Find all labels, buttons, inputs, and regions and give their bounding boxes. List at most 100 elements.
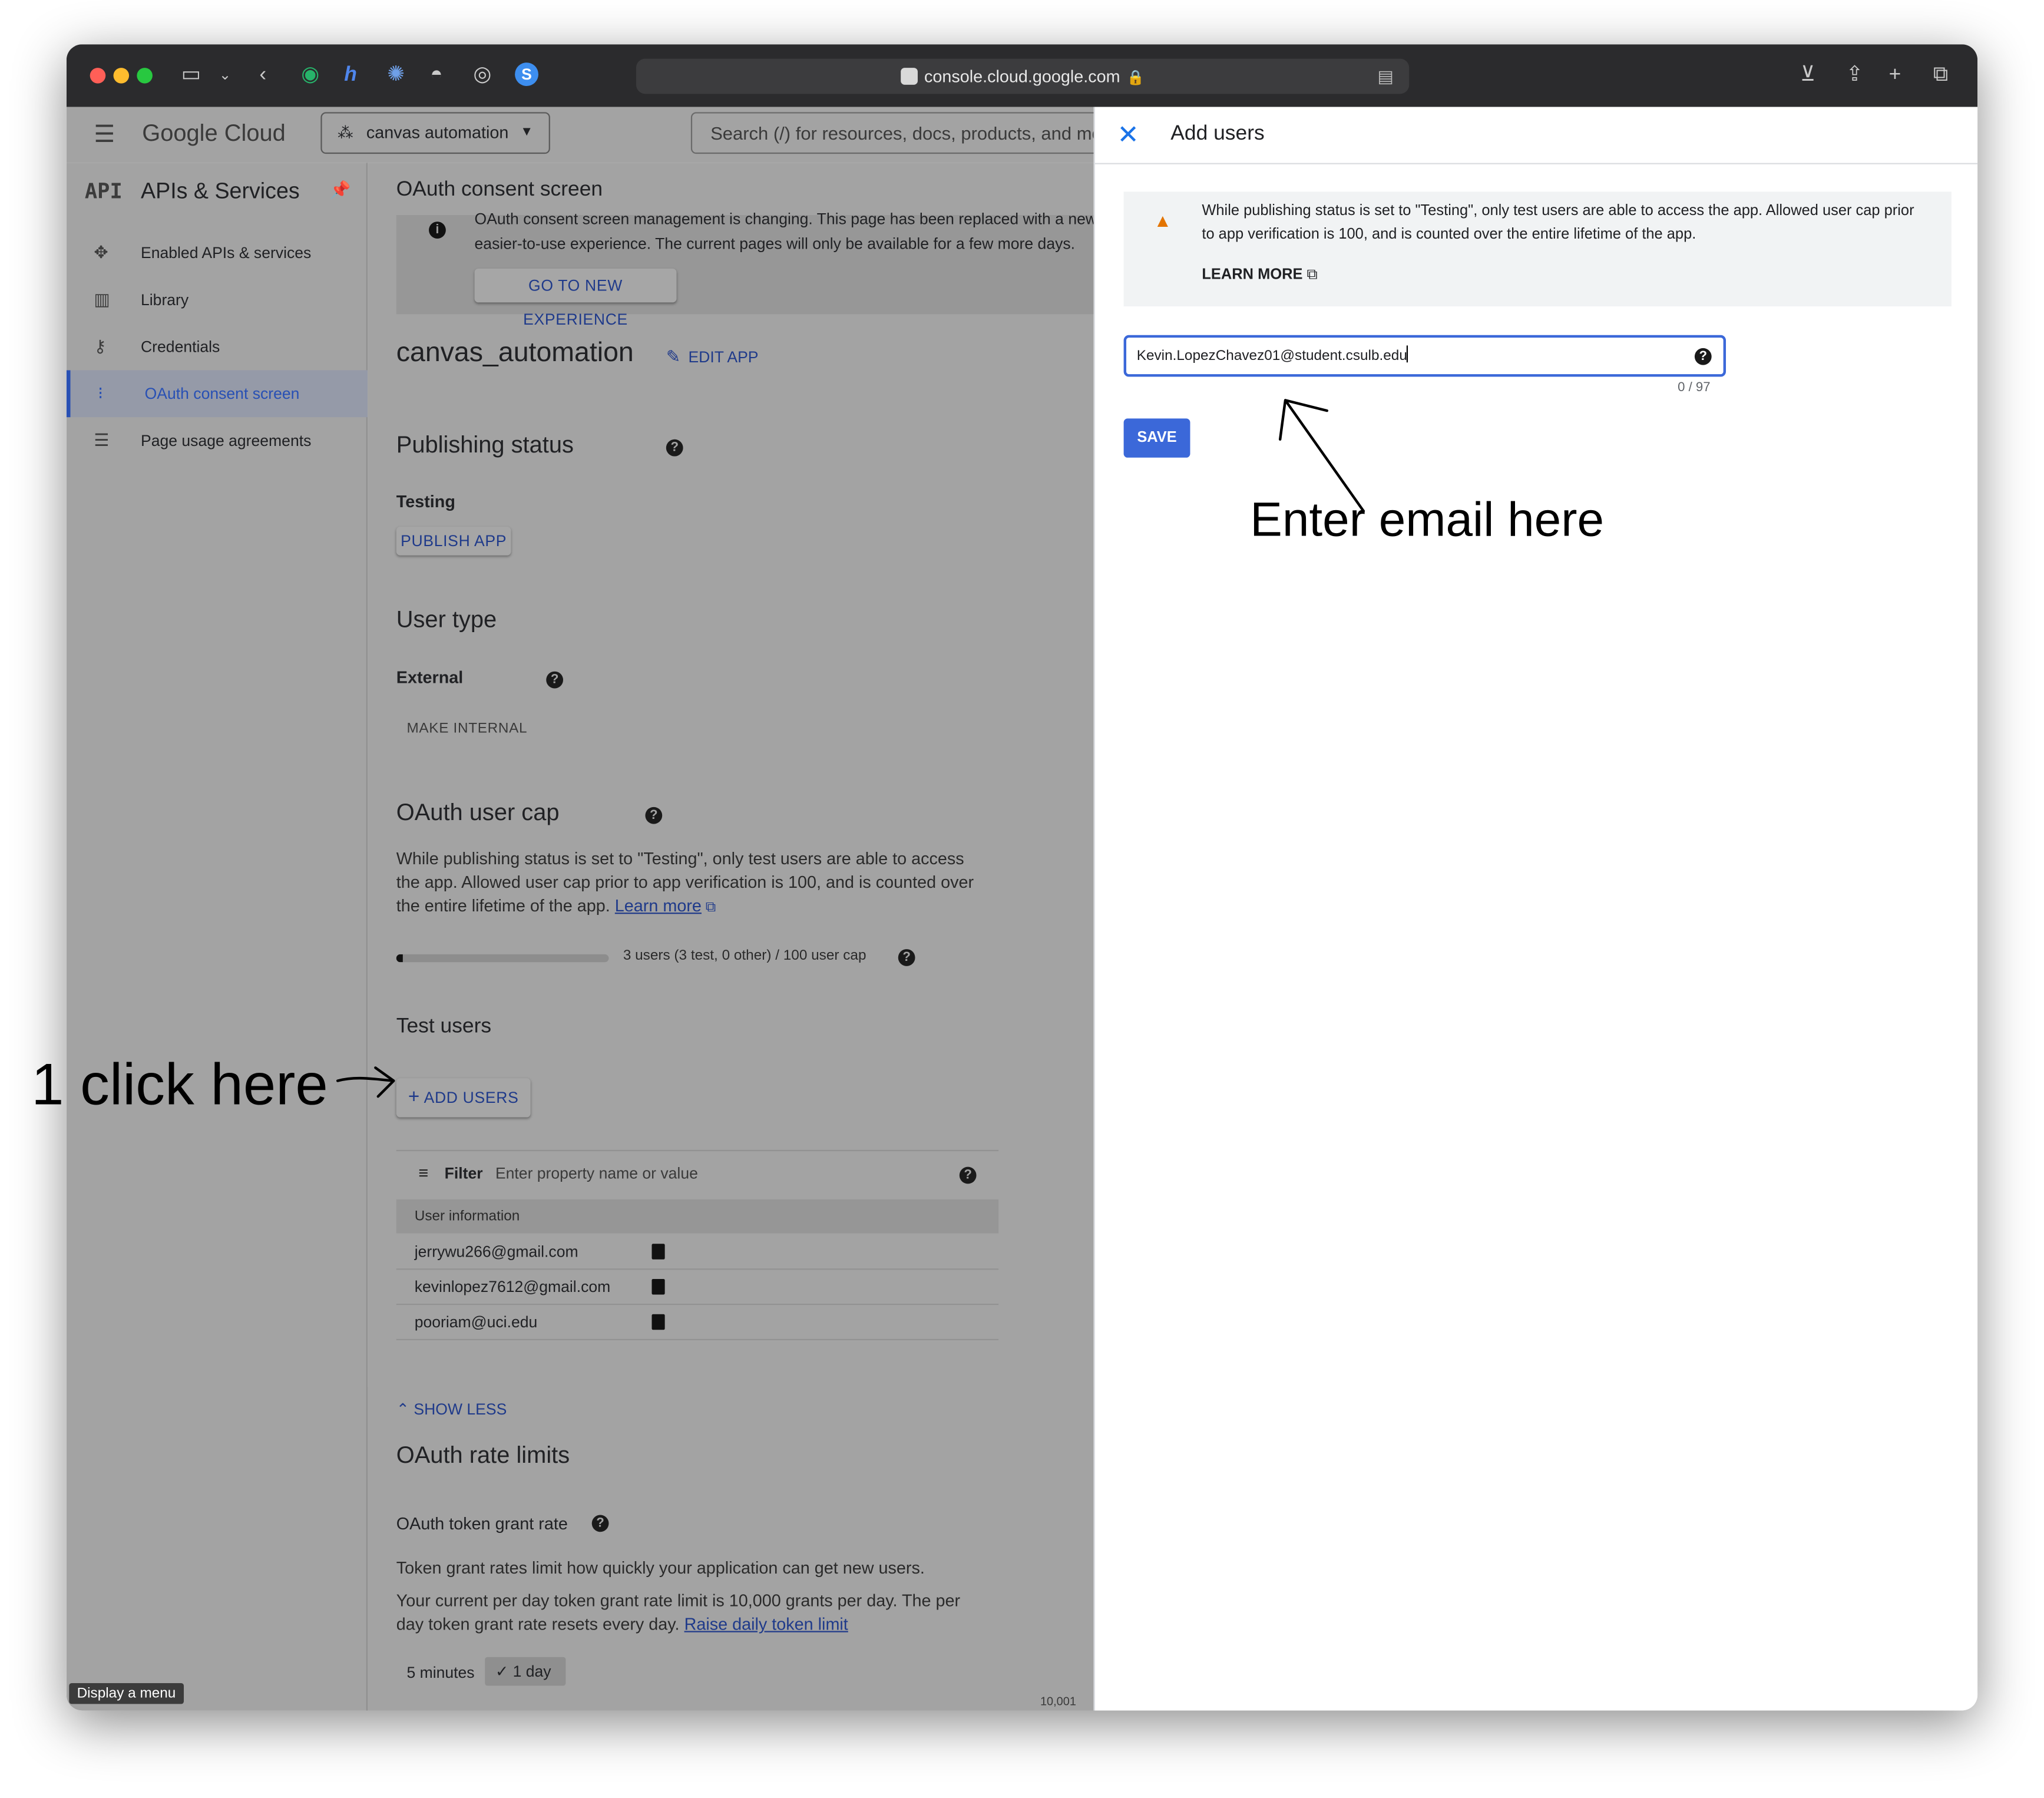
publish-app-button[interactable]: PUBLISH APP <box>396 527 511 556</box>
extension-h-icon[interactable]: h <box>344 62 357 88</box>
token-grant-heading: OAuth token grant rate <box>396 1513 568 1533</box>
sidebar-item-label: OAuth consent screen <box>144 384 300 403</box>
user-cap-heading: OAuth user cap <box>396 799 560 825</box>
reader-icon[interactable]: ▤ <box>1377 59 1393 94</box>
sidebar-item-page-usage[interactable]: ☰ Page usage agreements <box>67 417 368 464</box>
test-users-heading: Test users <box>396 1015 492 1038</box>
help-icon[interactable]: ? <box>1694 348 1712 365</box>
table-header: User information <box>396 1199 999 1234</box>
back-icon[interactable]: ‹ <box>259 62 266 88</box>
tab-overview-icon[interactable]: ⧉ <box>1933 62 1948 88</box>
raise-limit-link[interactable]: Raise daily token limit <box>684 1614 848 1634</box>
filter-icon: ≡ <box>418 1162 429 1183</box>
maximize-window-button[interactable] <box>137 68 153 84</box>
trash-icon[interactable] <box>651 1244 665 1260</box>
close-icon[interactable]: ✕ <box>1117 118 1139 151</box>
extension-s-icon[interactable]: S <box>515 62 538 87</box>
edit-pencil-icon[interactable]: ✎ <box>666 347 680 368</box>
google-cloud-logo[interactable]: Google Cloud <box>142 120 286 147</box>
user-cap-progress <box>396 954 609 963</box>
notice-line1: OAuth consent screen management is chang… <box>474 210 1094 229</box>
display-menu-tooltip: Display a menu <box>69 1683 184 1704</box>
app-name: canvas_automation <box>396 338 634 368</box>
warning-icon: ▲ <box>1153 210 1172 231</box>
filter-bar[interactable]: ≡ Filter Enter property name or value ? <box>396 1149 999 1199</box>
user-type-value: External <box>396 667 464 688</box>
learn-more-link[interactable]: Learn more <box>615 895 702 915</box>
add-users-button[interactable]: + ADD USERS <box>396 1078 531 1118</box>
token-line3-text: day token grant rate resets every day. <box>396 1614 680 1634</box>
user-email: pooriam@uci.edu <box>414 1313 538 1331</box>
user-cap-line2: the app. Allowed user cap prior to app v… <box>396 872 974 892</box>
warning-box: ▲ While publishing status is set to "Tes… <box>1123 191 1952 307</box>
extension-target-icon[interactable]: ◎ <box>473 62 491 88</box>
sidebar-item-credentials[interactable]: ⚷ Credentials <box>67 323 368 371</box>
settings-list-icon: ☰ <box>94 430 110 450</box>
text-cursor <box>1407 345 1409 363</box>
url-text: console.cloud.google.com <box>924 66 1120 87</box>
download-icon[interactable]: ⊻ <box>1800 62 1815 88</box>
pin-icon[interactable]: 📌 <box>330 180 351 200</box>
project-selector[interactable]: ⁂ canvas automation ▼ <box>320 112 550 154</box>
help-icon[interactable]: ? <box>898 949 915 966</box>
new-tab-icon[interactable]: + <box>1889 62 1901 88</box>
help-icon[interactable]: ? <box>959 1166 977 1184</box>
go-new-experience-button[interactable]: GO TO NEW EXPERIENCE <box>474 268 677 329</box>
project-name: canvas automation <box>366 123 509 143</box>
info-icon: i <box>429 222 446 239</box>
token-line1: Token grant rates limit how quickly your… <box>396 1558 925 1578</box>
filter-input[interactable]: Enter property name or value <box>495 1164 698 1182</box>
make-internal-button[interactable]: MAKE INTERNAL <box>406 721 527 737</box>
chevron-down-icon[interactable]: ⌄ <box>219 62 231 88</box>
range-1day-button[interactable]: ✓ 1 day <box>485 1657 566 1686</box>
sidebar-item-library[interactable]: ▥ Library <box>67 276 368 323</box>
extension-spy-icon[interactable]: ◓ <box>430 62 442 88</box>
extension-compass-icon[interactable]: ✺ <box>387 62 405 88</box>
sidebar-item-enabled-apis[interactable]: ✥ Enabled APIs & services <box>67 229 368 276</box>
site-icon <box>901 68 918 85</box>
share-icon[interactable]: ⇪ <box>1846 62 1864 88</box>
page-title: OAuth consent screen <box>396 179 603 201</box>
axis-value: 10,001 <box>1040 1694 1076 1708</box>
warning-line2: to app verification is 100, and is count… <box>1202 227 1696 243</box>
help-icon[interactable]: ? <box>591 1515 609 1532</box>
table-row: jerrywu266@gmail.com <box>396 1234 999 1270</box>
save-button[interactable]: SAVE <box>1123 418 1190 458</box>
help-icon[interactable]: ? <box>666 439 683 457</box>
sidebar-item-label: Library <box>141 290 189 309</box>
token-line2: Your current per day token grant rate li… <box>396 1590 961 1611</box>
extension-grammarly-icon[interactable]: ◉ <box>301 62 319 88</box>
email-input[interactable]: Kevin.LopezChavez01@student.csulb.edu ? <box>1123 335 1727 377</box>
gc-header: ☰ Google Cloud ⁂ canvas automation ▼ Sea… <box>66 107 1109 163</box>
sidebar-item-label: Page usage agreements <box>141 431 312 450</box>
minimize-window-button[interactable] <box>113 68 130 84</box>
show-less-button[interactable]: ⌃ SHOW LESS <box>396 1400 507 1419</box>
add-users-panel: ✕ Add users ▲ While publishing status is… <box>1093 107 1978 1711</box>
menu-icon[interactable]: ☰ <box>94 121 115 148</box>
api-badge: API <box>84 179 123 204</box>
search-input[interactable]: Search (/) for resources, docs, products… <box>690 112 1109 154</box>
close-window-button[interactable] <box>90 68 106 84</box>
sidebar-item-oauth-consent[interactable]: ⁝ OAuth consent screen <box>66 370 368 418</box>
panel-learn-more-button[interactable]: LEARN MORE ⧉ <box>1202 267 1317 285</box>
dropdown-arrow-icon: ▼ <box>520 125 534 140</box>
table-row: kevinlopez7612@gmail.com <box>396 1270 999 1305</box>
help-icon[interactable]: ? <box>546 671 564 689</box>
edit-app-button[interactable]: EDIT APP <box>688 348 758 366</box>
project-icon: ⁂ <box>338 124 353 143</box>
panel-title: Add users <box>1170 123 1265 145</box>
plus-icon: + <box>408 1086 420 1109</box>
user-cap-progress-fill <box>396 954 403 963</box>
annotation-click-here: 1 click here <box>31 1050 328 1118</box>
url-bar[interactable]: console.cloud.google.com 🔒 ▤ <box>636 58 1410 94</box>
lock-icon: 🔒 <box>1126 70 1145 87</box>
help-icon[interactable]: ? <box>645 807 663 824</box>
range-5min-button[interactable]: 5 minutes <box>406 1664 474 1682</box>
warning-line1: While publishing status is set to "Testi… <box>1202 203 1914 219</box>
trash-icon[interactable] <box>651 1278 665 1295</box>
trash-icon[interactable] <box>651 1314 665 1330</box>
external-link-icon: ⧉ <box>1302 267 1318 283</box>
sidebar-toggle-icon[interactable]: ▭ <box>181 62 201 88</box>
email-value: Kevin.LopezChavez01@student.csulb.edu <box>1136 348 1407 364</box>
sidebar-item-label: Credentials <box>141 338 220 356</box>
